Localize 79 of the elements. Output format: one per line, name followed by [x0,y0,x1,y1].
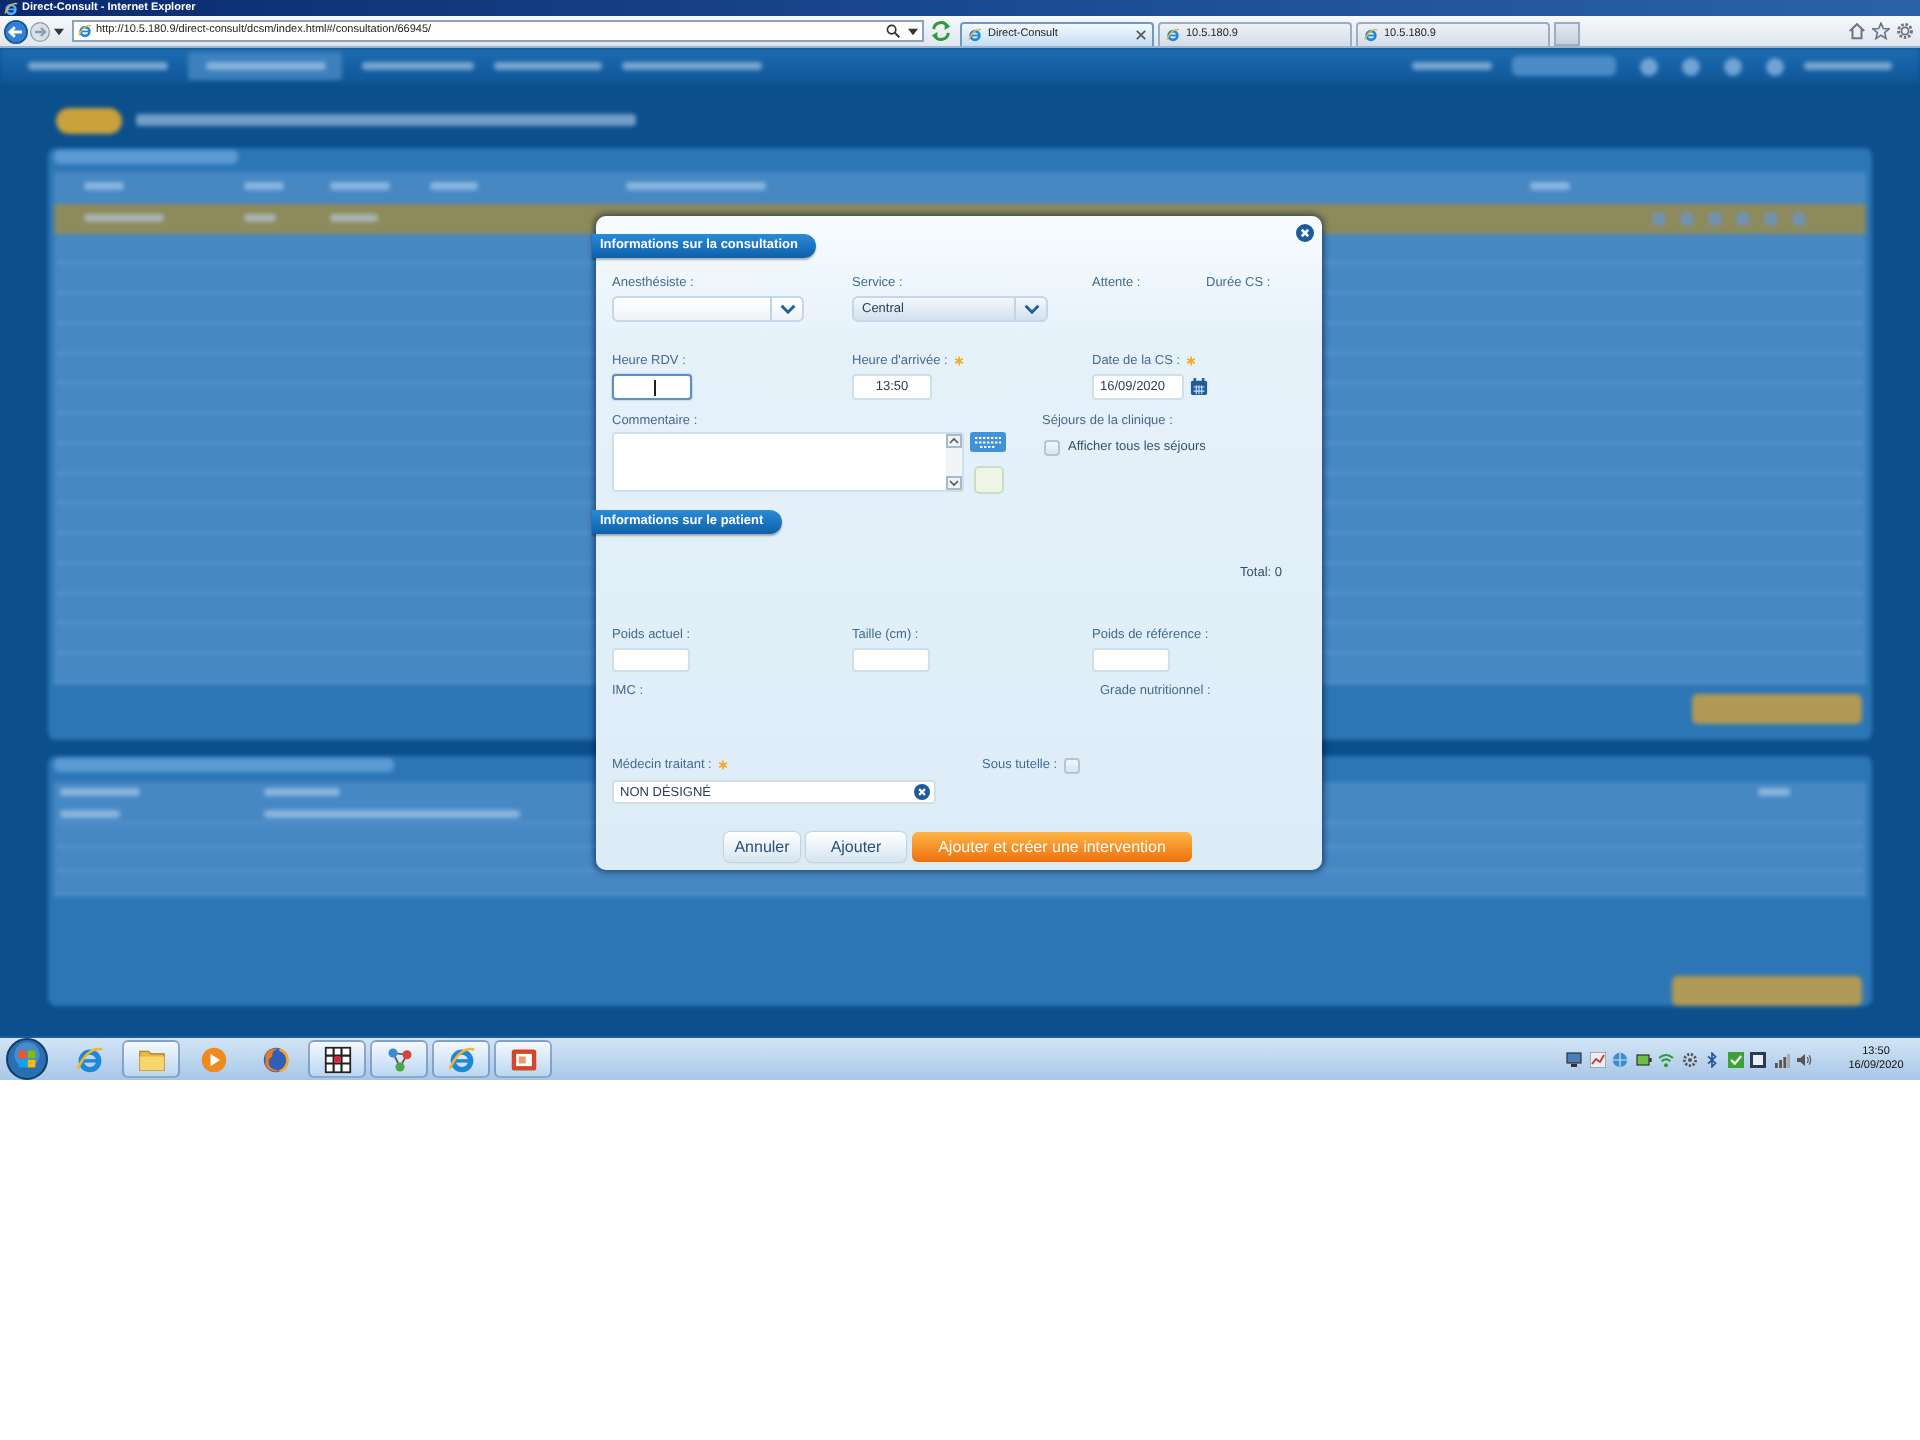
blurred-text [494,62,602,70]
circle-icon[interactable] [1724,57,1742,75]
globe-icon[interactable] [1612,1051,1628,1067]
globe-icon [261,1045,289,1073]
blurred-text [28,62,168,70]
blurred-text [430,182,478,190]
blurred-text [84,182,124,190]
e-logo-icon [78,24,92,38]
e-logo-icon [447,1045,475,1073]
blurred-text [330,182,390,190]
blank-tile-icon[interactable] [973,466,1003,494]
e-logo-icon [4,1,18,15]
nodes-icon [385,1045,413,1073]
e-logo-icon [1364,27,1378,41]
blurred-badge [56,107,122,133]
close-icon[interactable] [1136,29,1146,39]
blurred-text [1804,62,1892,70]
home-icon[interactable] [1848,22,1866,40]
search-icon[interactable] [886,24,900,38]
settings-icon[interactable] [1896,22,1914,40]
circle-icon[interactable] [1682,57,1700,75]
check-icon[interactable] [1727,1051,1743,1067]
add-button[interactable]: Ajouter [806,832,906,862]
calendar-icon[interactable] [1190,378,1208,396]
keyboard-icon[interactable] [970,432,1006,452]
folder-icon [137,1045,165,1073]
blurred-text [330,214,378,222]
slides-icon [509,1045,537,1073]
blurred-button[interactable] [1672,976,1862,1006]
blurred-text [362,62,474,70]
blurred-text [1412,62,1492,70]
gear-icon[interactable] [1681,1051,1697,1067]
down-arrow-icon[interactable] [946,476,962,490]
clear-icon[interactable] [914,784,930,800]
play-icon [199,1045,227,1073]
e-logo-icon [968,27,982,41]
signal-bars-icon[interactable] [1773,1051,1789,1067]
bluetooth-icon[interactable] [1704,1051,1720,1067]
blurred-text [1758,788,1790,796]
new-tab-button[interactable] [1554,21,1580,45]
chevron-icon [780,304,796,314]
star-icon[interactable] [1872,22,1890,40]
blurred-text [84,214,164,222]
nav-tab[interactable] [188,52,342,80]
chart-icon[interactable] [1589,1051,1605,1067]
e-logo-icon [75,1045,103,1073]
blurred-text [622,62,762,70]
up-arrow-icon[interactable] [946,434,962,448]
blurred-text [626,182,766,190]
wifi-icon[interactable] [1658,1051,1674,1067]
circle-icon[interactable] [1640,57,1658,75]
taskbar-button[interactable] [308,1040,366,1078]
circle-icon[interactable] [1766,57,1784,75]
input-field[interactable] [612,374,692,400]
checkbox[interactable] [1044,439,1060,455]
speaker-icon[interactable] [1796,1051,1812,1067]
monitor-icon[interactable] [1566,1051,1582,1067]
blurred-text [205,62,325,70]
chevron-icon [1024,304,1040,314]
checkbox[interactable] [1063,757,1080,773]
grid-icon [323,1045,351,1073]
e-logo-icon [1166,27,1180,41]
blurred-text [60,788,140,796]
battery-icon[interactable] [1635,1051,1651,1067]
blurred-text [1530,182,1570,190]
caret-icon[interactable] [54,27,64,35]
start-orb-icon[interactable] [6,1038,48,1080]
caret-icon[interactable] [908,27,918,35]
blurred-text [244,182,284,190]
blurred-text [60,810,120,818]
blurred-text [244,214,276,222]
blurred-text [264,788,340,796]
refresh-icon[interactable] [930,20,952,42]
back-icon[interactable] [4,19,28,43]
close-icon[interactable] [1296,224,1314,242]
scrollbar[interactable] [946,434,962,490]
window-icon[interactable] [1750,1051,1766,1067]
comment-field[interactable] [612,432,964,492]
cancel-button[interactable]: Annuler [724,832,800,862]
